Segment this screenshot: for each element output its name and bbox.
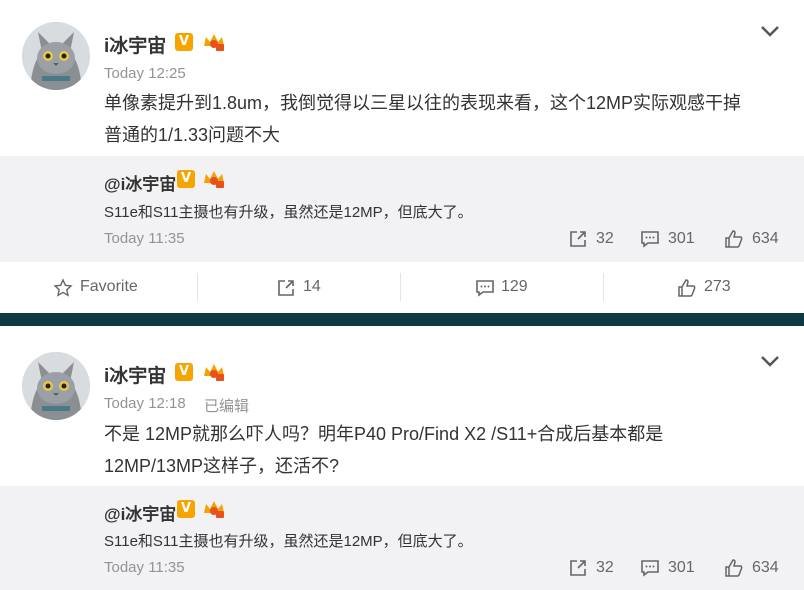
feed-divider <box>0 313 804 326</box>
cat-avatar-icon <box>22 352 90 420</box>
repost-text: S11e和S11主摄也有升级，虽然还是12MP，但底大了。 <box>104 533 473 550</box>
vip-crown-icon <box>204 501 224 518</box>
thumbs-up-icon <box>725 559 743 577</box>
post-action-bar: Favorite 14 129 273 <box>0 262 804 312</box>
repost-count[interactable]: 32 <box>568 558 618 580</box>
vip-crown-icon <box>204 171 224 188</box>
reposted-card[interactable]: @i冰宇宙 V S11e和S11主摄也有升级，虽然还是12MP，但底大了。 To… <box>0 156 804 262</box>
username[interactable]: i冰宇宙 <box>104 31 166 58</box>
verified-v-icon: V <box>175 363 193 381</box>
repost-timestamp[interactable]: Today 11:35 <box>104 559 185 576</box>
favorite-label: Favorite <box>80 278 138 295</box>
verified-v-icon: V <box>175 33 193 51</box>
share-icon <box>570 231 586 247</box>
like-count-value: 634 <box>752 559 779 576</box>
comment-button[interactable]: 129 <box>401 262 603 312</box>
like-button[interactable]: 273 <box>604 262 804 312</box>
vip-crown-icon <box>204 34 224 51</box>
reposted-card[interactable]: @i冰宇宙 V S11e和S11主摄也有升级，虽然还是12MP，但底大了。 To… <box>0 486 804 590</box>
repost-text: S11e和S11主摄也有升级，虽然还是12MP，但底大了。 <box>104 204 473 221</box>
star-icon <box>53 278 73 297</box>
chevron-down-icon[interactable] <box>760 24 780 38</box>
like-count[interactable]: 634 <box>724 558 784 580</box>
comment-count-value: 301 <box>668 230 695 247</box>
repost-button[interactable]: 14 <box>198 262 400 312</box>
user-avatar[interactable] <box>22 352 90 420</box>
vip-crown-icon <box>204 364 224 381</box>
edited-label[interactable]: 已编辑 <box>204 395 249 416</box>
favorite-button[interactable]: Favorite <box>0 262 197 312</box>
user-avatar[interactable] <box>22 22 90 90</box>
cat-avatar-icon <box>22 22 90 90</box>
like-button-count: 273 <box>704 278 731 295</box>
post-timestamp[interactable]: Today 12:25 <box>104 65 186 82</box>
comment-icon <box>641 560 659 577</box>
share-icon <box>570 560 586 576</box>
comment-icon <box>476 280 494 297</box>
post-text-line: 普通的1/1.33问题不大 <box>104 125 281 145</box>
repost-timestamp[interactable]: Today 11:35 <box>104 230 185 247</box>
comment-count[interactable]: 301 <box>640 558 700 580</box>
like-count[interactable]: 634 <box>724 229 784 251</box>
comment-button-count: 129 <box>501 278 528 295</box>
repost-username[interactable]: @i冰宇宙 <box>104 500 176 525</box>
thumbs-up-icon <box>725 230 743 248</box>
comment-icon <box>641 231 659 248</box>
post-timestamp[interactable]: Today 12:18 <box>104 395 186 412</box>
post-text-line: 单像素提升到1.8um，我倒觉得以三星以往的表现来看，这个12MP实际观感干掉 <box>104 93 742 113</box>
post-text: 不是 12MP就那么吓人吗？明年P40 Pro/Find X2 /S11+合成后… <box>104 418 784 482</box>
repost-button-count: 14 <box>303 278 321 295</box>
post-text: 单像素提升到1.8um，我倒觉得以三星以往的表现来看，这个12MP实际观感干掉 … <box>104 87 784 151</box>
weibo-post: i冰宇宙 V Today 12:25 单像素提升到1.8um，我倒觉得以三星以往… <box>0 0 804 262</box>
weibo-post: i冰宇宙 V Today 12:18 已编辑 不是 12MP就那么吓人吗？明年P… <box>0 326 804 590</box>
comment-count[interactable]: 301 <box>640 229 700 251</box>
post-text-line: 12MP/13MP这样子，还活不? <box>104 456 340 476</box>
repost-count[interactable]: 32 <box>568 229 618 251</box>
post-text-line: 不是 12MP就那么吓人吗？明年P40 Pro/Find X2 /S11+合成后… <box>104 424 664 444</box>
thumbs-up-icon <box>678 279 696 297</box>
repost-username[interactable]: @i冰宇宙 <box>104 170 176 195</box>
share-icon <box>278 280 294 296</box>
repost-count-value: 32 <box>596 559 614 576</box>
comment-count-value: 301 <box>668 559 695 576</box>
repost-count-value: 32 <box>596 230 614 247</box>
verified-v-icon: V <box>177 170 195 188</box>
username[interactable]: i冰宇宙 <box>104 361 166 388</box>
verified-v-icon: V <box>177 500 195 518</box>
like-count-value: 634 <box>752 230 779 247</box>
chevron-down-icon[interactable] <box>760 354 780 368</box>
